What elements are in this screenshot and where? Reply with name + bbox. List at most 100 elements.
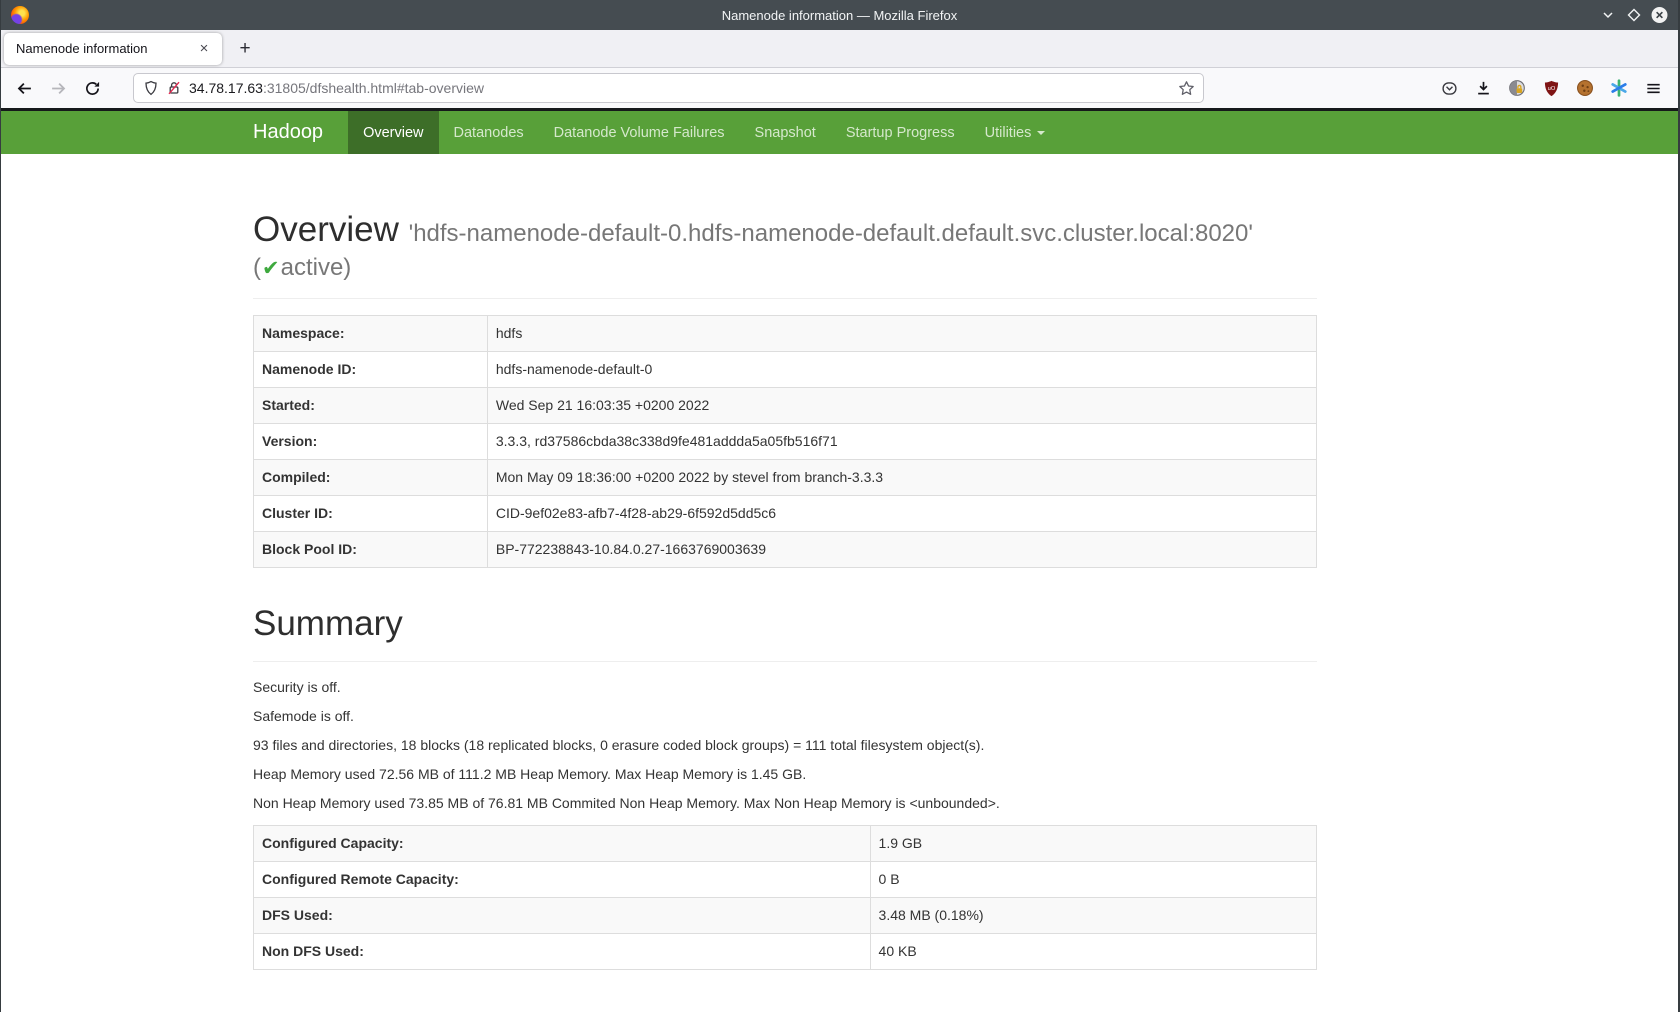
table-row: Configured Capacity:1.9 GB	[254, 825, 1317, 861]
divider	[253, 298, 1317, 299]
forward-button[interactable]	[41, 72, 75, 104]
row-label: Configured Capacity:	[254, 825, 871, 861]
table-row: Cluster ID:CID-9ef02e83-afb7-4f28-ab29-6…	[254, 496, 1317, 532]
page-content: Overview 'hdfs-namenode-default-0.hdfs-n…	[253, 210, 1317, 970]
download-icon	[1475, 80, 1492, 97]
row-label: Compiled:	[254, 460, 488, 496]
pocket-button[interactable]	[1432, 72, 1466, 104]
url-text[interactable]: 34.78.17.63:31805/dfshealth.html#tab-ove…	[189, 80, 484, 96]
table-row: Namenode ID:hdfs-namenode-default-0	[254, 352, 1317, 388]
nav-item-overview[interactable]: Overview	[348, 111, 438, 154]
divider	[253, 661, 1317, 662]
nav-item-label: Snapshot	[755, 125, 816, 141]
row-value: hdfs-namenode-default-0	[487, 352, 1316, 388]
navigation-toolbar: 34.78.17.63:31805/dfshealth.html#tab-ove…	[1, 68, 1678, 108]
row-value: Wed Sep 21 16:03:35 +0200 2022	[487, 388, 1316, 424]
table-row: Configured Remote Capacity:0 B	[254, 861, 1317, 897]
tab-close-icon[interactable]: ×	[194, 39, 214, 59]
close-button[interactable]	[1651, 7, 1668, 24]
table-row: Version:3.3.3, rd37586cbda38c338d9fe481a…	[254, 424, 1317, 460]
row-label: Version:	[254, 424, 488, 460]
extension-pinwheel-icon	[1610, 79, 1628, 97]
row-label: Non DFS Used:	[254, 933, 871, 969]
row-label: Configured Remote Capacity:	[254, 861, 871, 897]
forward-icon	[50, 80, 67, 97]
reload-button[interactable]	[75, 72, 109, 104]
nav-item-label: Overview	[363, 125, 423, 141]
row-value: Mon May 09 18:36:00 +0200 2022 by stevel…	[487, 460, 1316, 496]
summary-line: Safemode is off.	[253, 707, 1317, 726]
namenode-status: (✔active)	[253, 254, 1317, 282]
table-row: Compiled:Mon May 09 18:36:00 +0200 2022 …	[254, 460, 1317, 496]
table-row: Started:Wed Sep 21 16:03:35 +0200 2022	[254, 388, 1317, 424]
shield-permissions-icon[interactable]	[143, 80, 159, 96]
capacity-table: Configured Capacity:1.9 GBConfigured Rem…	[253, 825, 1317, 970]
summary-heading: Summary	[253, 604, 1317, 644]
ublock-origin-button[interactable]: uO	[1534, 72, 1568, 104]
tab-namenode-information[interactable]: Namenode information ×	[4, 33, 222, 65]
summary-line: Non Heap Memory used 73.85 MB of 76.81 M…	[253, 794, 1317, 813]
row-value: BP-772238843-10.84.0.27-1663769003639	[487, 532, 1316, 568]
tab-strip: Namenode information × +	[1, 30, 1678, 68]
titlebar: Namenode information — Mozilla Firefox	[1, 0, 1678, 30]
table-row: Namespace:hdfs	[254, 316, 1317, 352]
url-bar[interactable]: 34.78.17.63:31805/dfshealth.html#tab-ove…	[133, 73, 1204, 103]
namenode-address: 'hdfs-namenode-default-0.hdfs-namenode-d…	[409, 220, 1253, 247]
close-icon	[1651, 6, 1668, 24]
cookie-extension-button[interactable]	[1568, 72, 1602, 104]
nav-item-datanode-volume-failures[interactable]: Datanode Volume Failures	[539, 111, 740, 154]
reload-icon	[84, 80, 101, 97]
navbar-brand-hadoop[interactable]: Hadoop	[253, 111, 348, 154]
summary-line: 93 files and directories, 18 blocks (18 …	[253, 736, 1317, 755]
url-path: :31805/dfshealth.html#tab-overview	[263, 80, 484, 96]
bookmark-star-icon[interactable]	[1178, 80, 1195, 97]
new-tab-button[interactable]: +	[230, 34, 260, 64]
cookie-extension-icon	[1576, 79, 1594, 97]
nav-item-snapshot[interactable]: Snapshot	[740, 111, 831, 154]
row-value: 3.48 MB (0.18%)	[870, 897, 1316, 933]
overview-title: Overview	[253, 210, 399, 249]
back-button[interactable]	[7, 72, 41, 104]
menu-icon	[1645, 80, 1662, 97]
svg-text:uO: uO	[1547, 86, 1555, 92]
menu-button[interactable]	[1636, 72, 1670, 104]
maximize-button[interactable]	[1625, 7, 1642, 24]
nav-item-datanodes[interactable]: Datanodes	[439, 111, 539, 154]
nav-item-startup-progress[interactable]: Startup Progress	[831, 111, 970, 154]
row-label: Namespace:	[254, 316, 488, 352]
hadoop-navbar: Hadoop Overview Datanodes Datanode Volume …	[1, 111, 1678, 154]
row-label: DFS Used:	[254, 897, 871, 933]
nav-item-label: Datanode Volume Failures	[554, 125, 725, 141]
nav-item-label: Utilities	[985, 125, 1032, 141]
tab-title: Namenode information	[16, 41, 194, 56]
check-icon: ✔	[261, 257, 281, 280]
nav-item-label: Startup Progress	[846, 125, 955, 141]
privacy-extension-icon	[1508, 79, 1526, 97]
row-value: 40 KB	[870, 933, 1316, 969]
url-host: 34.78.17.63	[189, 80, 263, 96]
caret-down-icon	[1037, 131, 1045, 135]
row-label: Started:	[254, 388, 488, 424]
overview-heading: Overview 'hdfs-namenode-default-0.hdfs-n…	[253, 210, 1317, 250]
downloads-button[interactable]	[1466, 72, 1500, 104]
firefox-logo-icon	[11, 6, 29, 24]
minimize-button[interactable]	[1599, 7, 1616, 24]
insecure-lock-icon[interactable]	[166, 80, 182, 96]
table-row: Block Pool ID:BP-772238843-10.84.0.27-16…	[254, 532, 1317, 568]
row-value: hdfs	[487, 316, 1316, 352]
nav-item-utilities[interactable]: Utilities	[970, 111, 1061, 154]
row-value: 0 B	[870, 861, 1316, 897]
back-icon	[16, 80, 33, 97]
table-row: DFS Used:3.48 MB (0.18%)	[254, 897, 1317, 933]
pinwheel-extension-button[interactable]	[1602, 72, 1636, 104]
row-value: 1.9 GB	[870, 825, 1316, 861]
summary-line: Heap Memory used 72.56 MB of 111.2 MB He…	[253, 765, 1317, 784]
row-value: CID-9ef02e83-afb7-4f28-ab29-6f592d5dd5c6	[487, 496, 1316, 532]
window-title: Namenode information — Mozilla Firefox	[1, 8, 1678, 23]
table-row: Non DFS Used:40 KB	[254, 933, 1317, 969]
privacy-extension-button[interactable]	[1500, 72, 1534, 104]
row-label: Block Pool ID:	[254, 532, 488, 568]
row-label: Cluster ID:	[254, 496, 488, 532]
ublock-origin-icon: uO	[1543, 80, 1560, 97]
chevron-down-icon	[1600, 7, 1616, 23]
